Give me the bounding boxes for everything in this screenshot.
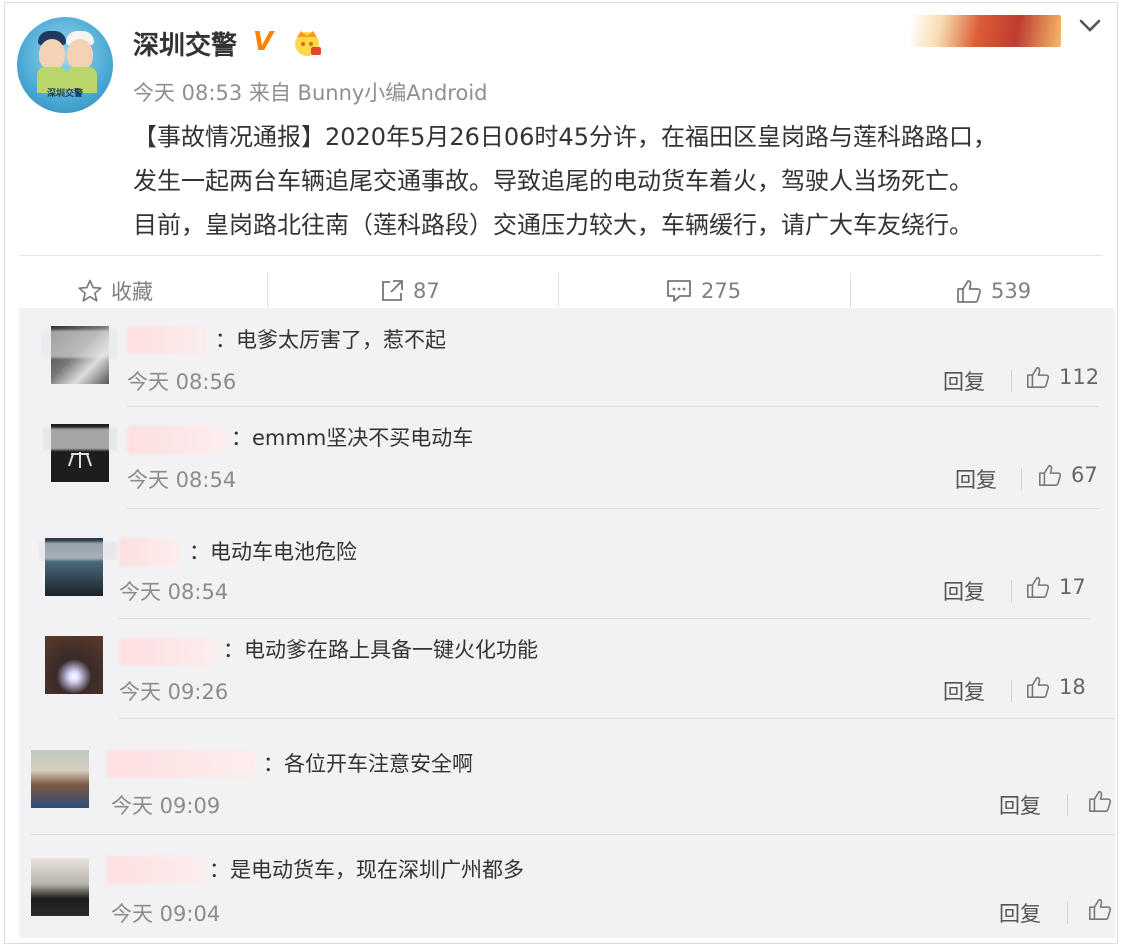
reply-button[interactable]: 回复 xyxy=(943,366,985,396)
comment-like-button[interactable]: 67 xyxy=(1037,462,1098,488)
thumb-up-icon xyxy=(1088,898,1112,921)
commenter-name[interactable] xyxy=(119,638,219,666)
commenter-avatar[interactable] xyxy=(31,858,89,916)
share-icon xyxy=(382,280,403,301)
comment-text: ：各位开车注意安全啊 xyxy=(263,752,473,776)
action-bar: 收藏 87 275 539 xyxy=(19,271,1115,311)
star-icon xyxy=(78,279,102,302)
divider xyxy=(119,718,1115,719)
favorite-label: 收藏 xyxy=(111,280,153,304)
post-content: 【事故情况通报】2020年5月26日06时45分许，在福田区皇岗路与莲科路路口，… xyxy=(133,115,1093,247)
comment-text: ：电爹太厉害了，惹不起 xyxy=(215,328,446,352)
commenter-name[interactable] xyxy=(107,750,257,778)
like-count: 539 xyxy=(991,279,1032,303)
comment-like-button[interactable]: 18 xyxy=(1025,674,1086,700)
comment-time: 今天 09:26 xyxy=(119,680,229,704)
thumb-up-icon xyxy=(1088,790,1112,813)
comment-time: 今天 08:54 xyxy=(119,580,229,604)
comment-like-count: 17 xyxy=(1059,575,1086,599)
divider xyxy=(127,508,1099,509)
author-name[interactable]: 深圳交警 xyxy=(133,25,237,62)
comment-like-count: 18 xyxy=(1059,675,1086,699)
avatar-caption: 深圳交警 xyxy=(46,89,83,99)
divider xyxy=(119,618,1091,619)
thumb-up-icon xyxy=(1026,366,1050,389)
comment-text: ：是电动货车，现在深圳广州都多 xyxy=(209,858,524,882)
commenter-name[interactable] xyxy=(127,426,227,454)
post-content-line: 目前，皇岗路北往南（莲科路段）交通压力较大，车辆缓行，请广大车友绕行。 xyxy=(133,211,973,239)
commenter-avatar[interactable] xyxy=(45,636,103,694)
comment-like-button[interactable] xyxy=(1087,896,1121,922)
divider xyxy=(31,834,1115,835)
comment-icon xyxy=(667,280,691,302)
post-card: 深圳交警 深圳交警 V 今天 08:53 来自 Bunny小编Android 【… xyxy=(4,2,1118,944)
like-button[interactable]: 539 xyxy=(955,271,1031,311)
post-content-line: 【事故情况通报】2020年5月26日06时45分许，在福田区皇岗路与莲科路路口， xyxy=(133,123,997,151)
thumb-up-icon xyxy=(1026,576,1050,599)
thumb-up-icon xyxy=(1026,676,1050,699)
comment-like-button[interactable] xyxy=(1087,788,1121,814)
comment-list: ：电爹太厉害了，惹不起 今天 08:56 回复 112 ：emmm坚决不买电动车… xyxy=(19,308,1115,938)
comment-text: ：电动车电池危险 xyxy=(189,540,357,564)
commenter-name[interactable] xyxy=(119,538,181,566)
reply-button[interactable]: 回复 xyxy=(999,790,1041,820)
comment-count: 275 xyxy=(701,279,742,303)
divider xyxy=(127,406,1099,407)
commenter-name[interactable] xyxy=(127,326,209,354)
comment-text: ：emmm坚决不买电动车 xyxy=(231,426,474,450)
comment-like-button[interactable]: 112 xyxy=(1025,364,1099,390)
author-avatar[interactable]: 深圳交警 xyxy=(17,17,113,113)
comment-time: 今天 09:09 xyxy=(111,794,221,818)
reply-button[interactable]: 回复 xyxy=(999,898,1041,928)
post-meta: 今天 08:53 来自 Bunny小编Android xyxy=(133,81,488,105)
chevron-down-icon[interactable] xyxy=(1077,13,1103,39)
verified-icon: V xyxy=(253,27,274,57)
comment-like-button[interactable]: 17 xyxy=(1025,574,1086,600)
comment-like-count: 67 xyxy=(1071,463,1098,487)
reply-button[interactable]: 回复 xyxy=(943,676,985,706)
member-crown-icon[interactable] xyxy=(291,27,323,57)
favorite-button[interactable]: 收藏 xyxy=(77,271,153,311)
comment-text: ：电动爹在路上具备一键火化功能 xyxy=(223,638,538,662)
thumb-up-icon xyxy=(1038,464,1062,487)
repost-count: 87 xyxy=(413,279,440,303)
comment-like-count: 112 xyxy=(1059,365,1100,389)
decoration-banner xyxy=(911,15,1061,47)
divider xyxy=(19,255,1103,256)
post-content-line: 发生一起两台车辆追尾交通事故。导致追尾的电动货车着火，驾驶人当场死亡。 xyxy=(133,167,973,195)
comment-button[interactable]: 275 xyxy=(665,271,741,311)
comment-time: 今天 09:04 xyxy=(111,902,221,926)
commenter-name[interactable] xyxy=(107,856,203,884)
commenter-avatar[interactable] xyxy=(31,750,89,808)
comment-time: 今天 08:54 xyxy=(127,468,237,492)
comment-time: 今天 08:56 xyxy=(127,370,237,394)
reply-button[interactable]: 回复 xyxy=(943,576,985,606)
repost-button[interactable]: 87 xyxy=(379,271,440,311)
reply-button[interactable]: 回复 xyxy=(955,464,997,494)
thumb-up-icon xyxy=(957,280,981,303)
